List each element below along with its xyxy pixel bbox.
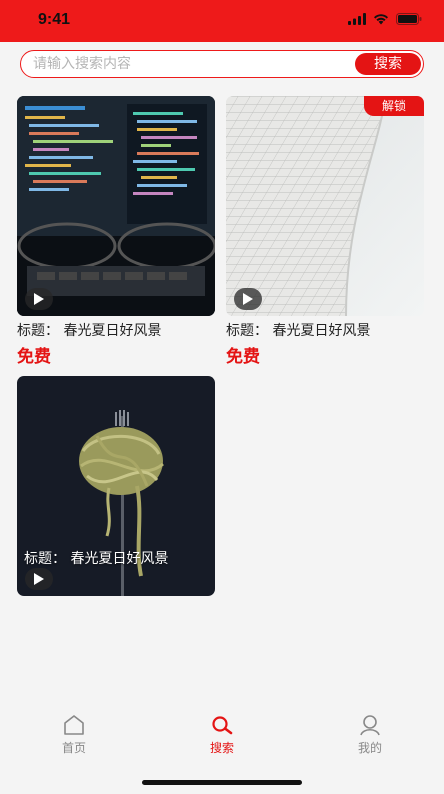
card-caption: 标题： 春光夏日好风景 xyxy=(17,323,162,339)
wifi-icon xyxy=(374,14,388,25)
thumbnail-image-architecture xyxy=(226,96,424,316)
tab-home[interactable]: 首页 xyxy=(34,714,114,764)
video-card[interactable]: 标题： 春光夏日好风景 xyxy=(17,376,215,596)
play-icon xyxy=(243,293,253,305)
play-button[interactable] xyxy=(25,288,53,310)
play-icon xyxy=(34,573,44,585)
thumbnail-image-code xyxy=(17,96,215,316)
video-thumbnail[interactable] xyxy=(17,96,215,316)
search-icon xyxy=(212,716,233,735)
video-thumbnail[interactable]: 标题： 春光夏日好风景 xyxy=(17,376,215,596)
battery-icon xyxy=(396,13,422,25)
bottom-tab-bar: 首页 搜索 我的 xyxy=(0,708,444,766)
tab-search-label: 搜索 xyxy=(209,741,234,755)
search-button[interactable]: 搜索 xyxy=(355,53,421,75)
home-icon xyxy=(64,715,84,735)
play-button[interactable] xyxy=(25,568,53,590)
unlock-badge: 解锁 xyxy=(364,96,424,116)
card-caption: 标题： 春光夏日好风景 xyxy=(226,323,371,339)
play-icon xyxy=(34,293,44,305)
status-bar: 9:41 xyxy=(0,0,444,42)
tab-profile-label: 我的 xyxy=(357,741,382,755)
tab-search[interactable]: 搜索 xyxy=(182,714,262,764)
tab-home-label: 首页 xyxy=(61,741,86,755)
tab-profile[interactable]: 我的 xyxy=(330,714,410,764)
video-card[interactable]: 标题： 春光夏日好风景 免费 xyxy=(17,96,215,367)
play-button[interactable] xyxy=(234,288,262,310)
video-thumbnail[interactable]: 解锁 xyxy=(226,96,424,316)
search-bar: 搜索 xyxy=(20,50,424,78)
home-indicator xyxy=(142,780,302,785)
card-caption: 标题： 春光夏日好风景 xyxy=(24,551,169,567)
signal-icon xyxy=(348,13,366,25)
video-card[interactable]: 解锁 标题： 春光夏日好风景 免费 xyxy=(226,96,424,367)
profile-icon xyxy=(360,715,380,736)
search-input[interactable] xyxy=(33,51,353,77)
status-icons xyxy=(348,13,422,25)
card-price: 免费 xyxy=(17,347,51,367)
card-price: 免费 xyxy=(226,347,260,367)
status-time: 9:41 xyxy=(38,11,71,28)
